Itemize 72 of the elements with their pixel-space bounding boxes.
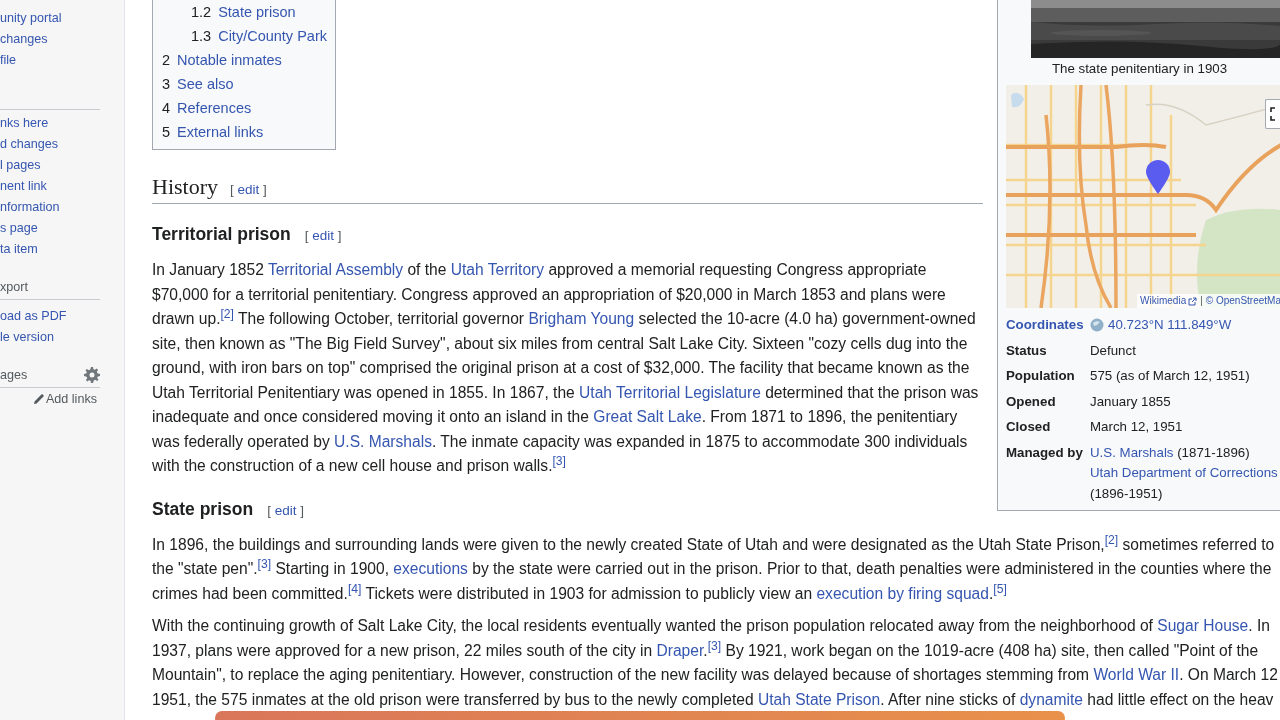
link[interactable]: U.S. Marshals <box>334 432 432 450</box>
toc-link[interactable]: 4 References <box>162 96 252 120</box>
link[interactable]: Utah Territorial Legislature <box>579 383 761 401</box>
toc-link[interactable]: 1.2 State prison <box>191 0 296 24</box>
sidebar-link[interactable]: ta item <box>0 238 38 260</box>
link[interactable]: Brigham Young <box>528 310 635 327</box>
edit-link[interactable]: [ edit ] <box>230 182 267 197</box>
reference-link[interactable]: [2] <box>1104 532 1119 547</box>
reference-link[interactable]: [4] <box>347 581 362 596</box>
sidebar-link[interactable]: d changes <box>0 133 59 155</box>
infobox-value: January 1855 <box>1090 392 1171 411</box>
sidebar-link[interactable]: s page <box>0 217 38 239</box>
sidebar-link[interactable]: changes <box>0 28 48 50</box>
sidebar-link[interactable]: nent link <box>0 175 47 197</box>
link[interactable]: 40.723°N 111.849°W <box>1108 317 1232 332</box>
image-caption: The state penitentiary in 1903 <box>1050 60 1229 78</box>
edit-link[interactable]: [ edit ] <box>267 502 304 518</box>
sidebar-link[interactable]: le version <box>0 326 54 348</box>
sidebar-link[interactable]: nks here <box>0 112 49 134</box>
infobox-label[interactable]: Coordinates <box>1006 315 1090 336</box>
infobox-label: Managed by <box>1006 443 1084 462</box>
paragraph: With the continuing growth of Salt Lake City, the local residents eventually wanted the prison population relocated away from the neighborhood of Sugar House. In 1937, plans were approved for a new prison, 22 miles south of the city in Draper.$^{[3]}$ By 1921, work began on the 1019-acre (408 ha) site, then called "Point of the Mountain", to replace the aging penitentiary. However, construction of the new facility was delayed because of shortages stemming from World War II. On March 12 1951, the 575 inmates at the old prison were transferred by bus to the newly completed Utah State Prison. After nine sticks of dynamite had little effect on the heav <box>152 616 1279 710</box>
link[interactable]: Utah Department of Corrections <box>1090 465 1278 480</box>
add-links-link[interactable]: Add links <box>33 388 97 409</box>
attribution-link[interactable]: Wikimedia <box>1140 294 1198 308</box>
link[interactable]: execution by firing squad <box>816 584 989 602</box>
link[interactable]: executions <box>393 560 468 577</box>
infobox-value: 575 (as of March 12, 1951) <box>1090 367 1250 385</box>
link[interactable]: dynamite <box>1019 690 1083 708</box>
edit-link[interactable]: [ edit ] <box>304 228 342 243</box>
link[interactable]: Utah Territory <box>450 261 545 278</box>
subsection-heading: State prison <box>152 497 254 520</box>
link[interactable]: Draper <box>656 641 704 659</box>
fullscreen-button[interactable] <box>1265 99 1280 129</box>
paragraph: In 1896, the buildings and surrounding lands were given to the newly created State of Utah and were designated as the Utah State Prison,$^{[2]}$ sometimes referred to the "state pen".$^{[3]}$ Starting in 1900, executions by the state were carried out in the prison. Prior to that, death penalties were administered in the counties where the crimes had been committed.$^{[4]}$ Tickets were distributed in 1903 for admission to publicly view an execution by firing squad.$^{[5]}$ <box>152 532 1276 604</box>
sidebar-heading: xport <box>0 278 28 296</box>
map-pin-icon <box>1146 160 1170 194</box>
globe-icon <box>1090 318 1104 332</box>
sidebar-link[interactable]: l pages <box>0 154 41 176</box>
section-heading: History <box>152 173 218 200</box>
paragraph: In January 1852 Territorial Assembly of the Utah Territory approved a memorial requesting Congress appropriate $70,000 for a territorial penitentiary. Congress approved an appropriation of $20,000 in March 1853 and plans were drawn up.$^{[2]}$ The following October, territorial governor Brigham Young selected the 10-acre (4.0 ha) government-owned site, then known as "The Big Field Survey", about six miles from central Salt Lake City. Sixteen "cozy cells dug into the ground, with iron bars on top" comprised the original prison at a cost of $32,000. The facility that became known as the Utah Territorial Penitentiary was opened in 1855. In 1867, the Utah Territorial Legislature determined that the prison was inadequate and once considered moving it onto an island in the Great Salt Lake. From 1871 to 1896, the penitentiary was federally operated by U.S. Marshals. The inmate capacity was expanded in 1875 to accommodate 300 individuals with the construction of a new cell house and prison walls.$^{[3]}$ <box>152 260 980 476</box>
reference-link[interactable]: [3] <box>707 638 722 653</box>
separator: | <box>1200 294 1203 308</box>
toc-link[interactable]: 5 External links <box>162 120 264 144</box>
reference-link[interactable]: [2] <box>220 306 234 321</box>
infobox-label: Population <box>1006 367 1076 385</box>
link[interactable]: U.S. Marshals <box>1090 444 1174 460</box>
toc-link[interactable]: 1.3 City/County Park <box>191 24 327 48</box>
link[interactable]: Territorial Assembly <box>267 261 404 278</box>
infobox-label: Status <box>1006 341 1048 360</box>
link[interactable]: Great Salt Lake <box>593 408 702 425</box>
subsection-heading: Territorial prison <box>152 223 291 245</box>
sidebar-heading: ages <box>0 366 28 384</box>
infobox-value: March 12, 1951 <box>1090 418 1183 436</box>
sidebar-link[interactable]: oad as PDF <box>0 305 67 327</box>
sidebar-link[interactable]: nformation <box>0 196 60 218</box>
reference-link[interactable]: [3] <box>257 556 272 571</box>
toc-link[interactable]: 2 Notable inmates <box>162 48 282 72</box>
reference-link[interactable]: [5] <box>993 581 1007 596</box>
infobox-value: Defunct <box>1090 341 1136 360</box>
settings-icon[interactable] <box>84 367 100 383</box>
toc-link[interactable]: 3 See also <box>162 72 234 96</box>
reference-link[interactable]: [3] <box>552 453 566 468</box>
link[interactable]: World War II <box>1093 666 1180 683</box>
sidebar-link[interactable]: file <box>0 49 17 71</box>
infobox-label: Opened <box>1006 392 1057 411</box>
link[interactable]: Sugar House <box>1157 617 1249 634</box>
fullscreen-icon <box>1269 107 1278 121</box>
infobox-label: Closed <box>1006 418 1052 436</box>
pencil-icon <box>33 393 44 404</box>
infobox-value: U.S. Marshals (1871-1896) Utah Department of Corrections (1896-1951) <box>1090 443 1278 503</box>
sidebar-link[interactable]: unity portal <box>0 7 62 29</box>
